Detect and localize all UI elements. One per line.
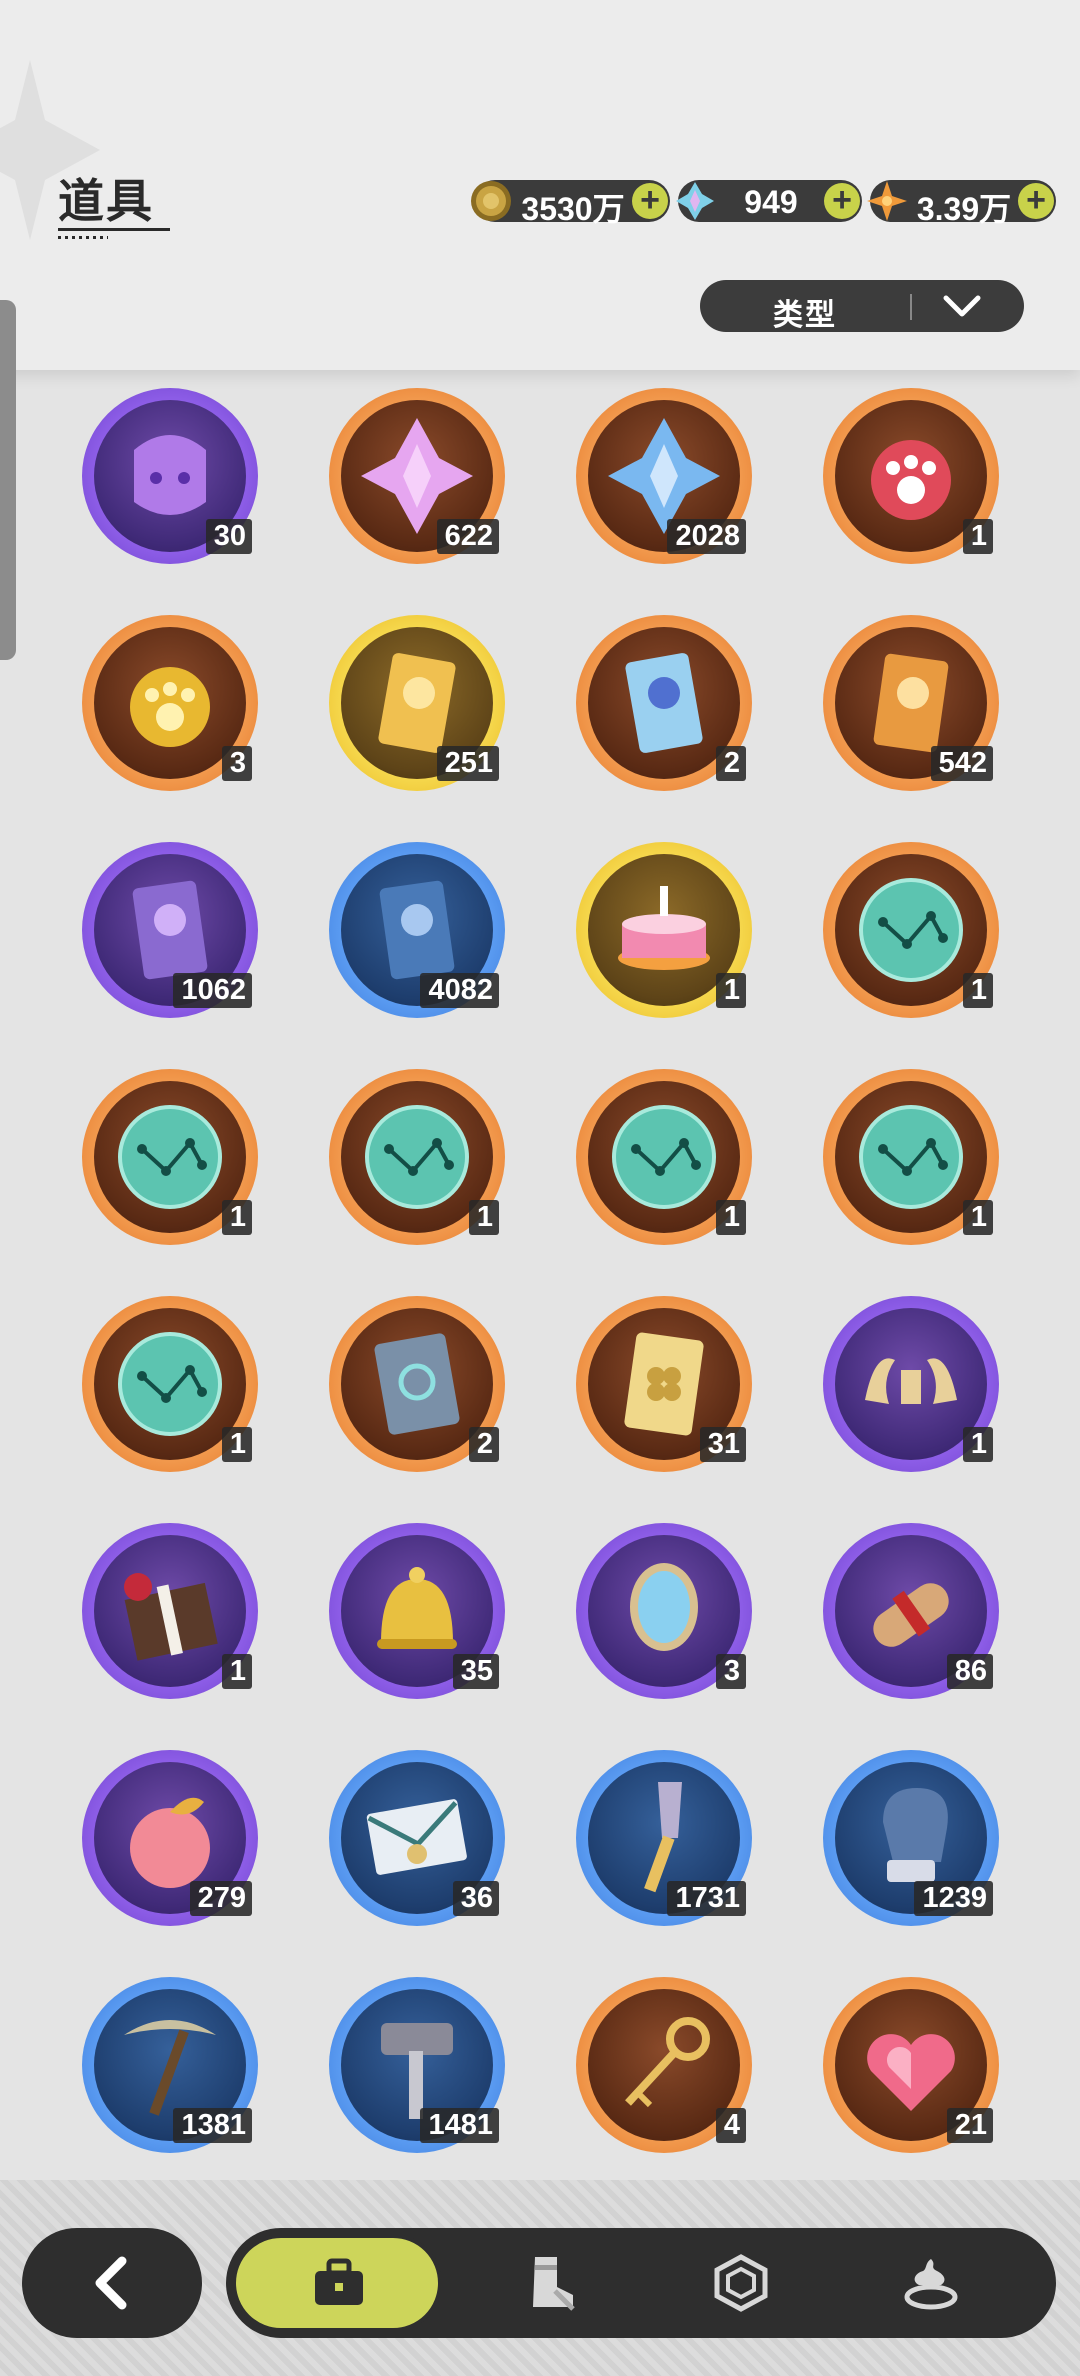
inventory-item[interactable]: 1731 (576, 1750, 752, 1926)
tab-equipment[interactable] (456, 2228, 646, 2338)
cream-dessert-icon (904, 2259, 958, 2310)
inventory-item[interactable]: 21 (823, 1977, 999, 2153)
inventory-item[interactable]: 1 (82, 1523, 258, 1699)
title-underline (58, 228, 170, 231)
inventory-item[interactable]: 2028 (576, 388, 752, 564)
inventory-item[interactable]: 3 (82, 615, 258, 791)
gold-coin-icon (471, 181, 511, 221)
type-filter-label: 类型 (773, 299, 837, 332)
inventory-item[interactable]: 31 (576, 1296, 752, 1472)
currency-star: 3.39万 + (867, 180, 1056, 227)
item-count: 1 (962, 973, 993, 1008)
inventory-item[interactable]: 1 (576, 842, 752, 1018)
item-count: 1 (962, 1200, 993, 1235)
add-gold-button[interactable]: + (632, 183, 668, 219)
inventory-item[interactable]: 4082 (329, 842, 505, 1018)
boot-icon (533, 2257, 575, 2311)
item-count: 1 (962, 1427, 993, 1462)
chevron-down-icon (943, 295, 981, 317)
inventory-item[interactable]: 251 (329, 615, 505, 791)
item-count: 279 (189, 1881, 252, 1916)
item-count: 3 (221, 746, 252, 781)
item-count: 2 (715, 746, 746, 781)
hexagon-gem-icon (714, 2254, 768, 2312)
inventory-item[interactable]: 1 (329, 1069, 505, 1245)
inventory-item[interactable]: 1 (823, 842, 999, 1018)
filter-divider (910, 294, 912, 320)
add-crystal-button[interactable]: + (824, 183, 860, 219)
currency-gold-value: 3530万 (521, 191, 625, 227)
inventory-item[interactable]: 1481 (329, 1977, 505, 2153)
item-count: 4 (715, 2108, 746, 2143)
item-count: 4082 (420, 973, 499, 1008)
item-count: 1381 (173, 2108, 252, 2143)
item-count: 2 (468, 1427, 499, 1462)
inventory-item[interactable]: 2 (329, 1296, 505, 1472)
item-count: 1 (468, 1200, 499, 1235)
crystal-gem-icon (676, 182, 714, 220)
item-count: 1481 (420, 2108, 499, 2143)
item-count: 31 (699, 1427, 746, 1462)
item-count: 21 (946, 2108, 993, 2143)
tab-items[interactable] (232, 2234, 442, 2332)
page-title: 道具 (58, 175, 154, 227)
briefcase-icon (315, 2258, 363, 2305)
currency-crystal-value: 949 (744, 184, 798, 220)
currency-crystal: 949 + (676, 180, 862, 222)
currency-star-value: 3.39万 (916, 191, 1012, 227)
item-count: 30 (205, 519, 252, 554)
inventory-item[interactable]: 1 (576, 1069, 752, 1245)
inventory-item[interactable]: 1062 (82, 842, 258, 1018)
tab-gems[interactable] (646, 2228, 836, 2338)
side-drawer-handle[interactable] (0, 300, 16, 660)
inventory-item[interactable]: 1 (823, 1296, 999, 1472)
inventory-item[interactable]: 86 (823, 1523, 999, 1699)
header: 道具 3530万 + 949 + 3.39万 + 类型 (0, 0, 1080, 370)
inventory-item[interactable]: 3 (576, 1523, 752, 1699)
add-star-button[interactable]: + (1018, 183, 1054, 219)
item-count: 1 (221, 1427, 252, 1462)
inventory-item[interactable]: 30 (82, 388, 258, 564)
item-count: 1 (221, 1654, 252, 1689)
inventory-item[interactable]: 35 (329, 1523, 505, 1699)
item-count: 1 (221, 1200, 252, 1235)
inventory-item[interactable]: 1381 (82, 1977, 258, 2153)
item-count: 1 (715, 1200, 746, 1235)
item-count: 1 (715, 973, 746, 1008)
inventory-item[interactable]: 1 (823, 388, 999, 564)
back-button[interactable] (22, 2228, 202, 2338)
bottom-nav (226, 2228, 1056, 2338)
currency-gold: 3530万 + (471, 180, 670, 227)
item-count: 2028 (667, 519, 746, 554)
back-arrow-icon (95, 2256, 127, 2310)
item-count: 1239 (914, 1881, 993, 1916)
item-count: 251 (436, 746, 499, 781)
inventory-item[interactable]: 622 (329, 388, 505, 564)
inventory-item[interactable]: 36 (329, 1750, 505, 1926)
inventory-item[interactable]: 1 (823, 1069, 999, 1245)
inventory-item[interactable]: 1 (82, 1296, 258, 1472)
item-count: 1 (962, 519, 993, 554)
item-count: 36 (452, 1881, 499, 1916)
item-count: 1062 (173, 973, 252, 1008)
inventory-item[interactable]: 2 (576, 615, 752, 791)
tab-food[interactable] (836, 2228, 1026, 2338)
item-count: 542 (930, 746, 993, 781)
inventory-item[interactable]: 1239 (823, 1750, 999, 1926)
star-shard-icon (867, 181, 907, 221)
inventory-item[interactable]: 542 (823, 615, 999, 791)
title-dots (58, 236, 108, 239)
item-count: 35 (452, 1654, 499, 1689)
type-filter-dropdown[interactable]: 类型 (700, 280, 1024, 332)
item-count: 86 (946, 1654, 993, 1689)
item-count: 622 (436, 519, 499, 554)
item-grid: 30 622 2028 1 3 251 2 542 1062 4082 1 1 1 1 1 1 1 2 31 1 1 35… (0, 370, 1080, 2180)
inventory-item[interactable]: 1 (82, 1069, 258, 1245)
item-count: 1731 (667, 1881, 746, 1916)
item-count: 3 (715, 1654, 746, 1689)
inventory-item[interactable]: 279 (82, 1750, 258, 1926)
inventory-item[interactable]: 4 (576, 1977, 752, 2153)
